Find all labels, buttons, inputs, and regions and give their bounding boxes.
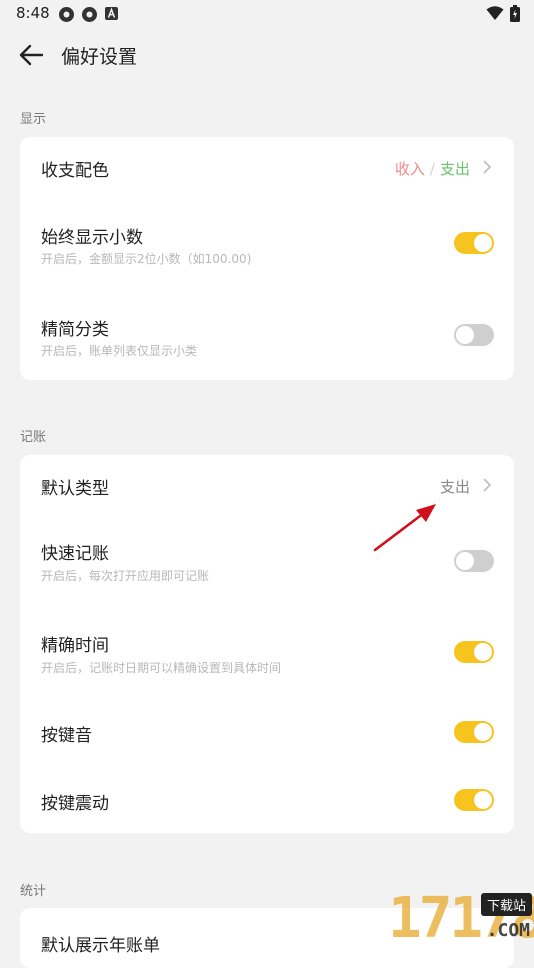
notification-icons xyxy=(58,6,119,23)
status-bar: 8:48 xyxy=(0,0,534,28)
section-label-bookkeeping: 记账 xyxy=(20,430,47,445)
watermark-domain: .COM xyxy=(486,920,530,941)
toggle-knob xyxy=(474,791,492,809)
setting-subtitle: 开启后，账单列表仅显示小类 xyxy=(41,344,198,358)
toggle-knob xyxy=(456,326,474,344)
chevron-right-icon xyxy=(483,478,492,492)
setting-title: 按键音 xyxy=(41,726,92,746)
app-notification-icon xyxy=(59,7,74,22)
key-vibration-toggle[interactable] xyxy=(454,789,494,811)
arrow-left-icon xyxy=(19,44,44,66)
toggle-knob xyxy=(474,234,492,252)
page-title: 偏好设置 xyxy=(61,46,138,68)
toggle-knob xyxy=(474,643,492,661)
setting-title: 快速记账 xyxy=(41,544,109,564)
setting-title: 精确时间 xyxy=(41,636,109,656)
default-type-value: 支出 xyxy=(439,478,470,496)
setting-title: 精简分类 xyxy=(41,320,109,340)
battery-icon xyxy=(510,5,520,22)
chevron-right-icon xyxy=(483,160,492,174)
setting-row-color-scheme[interactable]: 收支配色 收入 / 支出 xyxy=(20,137,514,197)
status-right-icons xyxy=(486,5,520,22)
toggle-knob xyxy=(456,552,474,570)
watermark-badge: 下载站 xyxy=(480,893,532,916)
section-label-display: 显示 xyxy=(20,112,47,127)
setting-row-simple-category: 精简分类 开启后，账单列表仅显示小类 xyxy=(20,299,514,371)
setting-title: 始终显示小数 xyxy=(41,228,143,248)
setting-row-quick-record: 快速记账 开启后，每次打开应用即可记账 xyxy=(20,525,514,597)
precise-time-toggle[interactable] xyxy=(454,641,494,663)
setting-row-precise-time: 精确时间 开启后，记账时日期可以精确设置到具体时间 xyxy=(20,617,514,689)
setting-title: 收支配色 xyxy=(41,161,109,181)
font-notification-icon xyxy=(105,7,118,20)
back-button[interactable] xyxy=(16,40,46,70)
separator: / xyxy=(429,160,435,178)
setting-subtitle: 开启后，每次打开应用即可记账 xyxy=(41,569,210,583)
setting-title: 按键震动 xyxy=(41,794,109,814)
section-label-statistics: 统计 xyxy=(20,884,47,899)
display-card: 收支配色 收入 / 支出 始终显示小数 开启后，金额显示2位小数（如100.00) … xyxy=(20,137,514,380)
setting-row-default-type[interactable]: 默认类型 支出 xyxy=(20,455,514,517)
color-scheme-value: 收入 / 支出 xyxy=(395,158,470,179)
status-time: 8:48 xyxy=(16,4,50,22)
quick-record-toggle[interactable] xyxy=(454,550,494,572)
expense-label: 支出 xyxy=(439,160,470,178)
setting-subtitle: 开启后，记账时日期可以精确设置到具体时间 xyxy=(41,661,282,675)
wifi-icon xyxy=(486,6,504,20)
setting-row-key-vibration: 按键震动 xyxy=(20,773,514,829)
simple-category-toggle[interactable] xyxy=(454,324,494,346)
toggle-knob xyxy=(474,723,492,741)
app-bar: 偏好设置 xyxy=(0,28,534,80)
setting-row-key-sound: 按键音 xyxy=(20,705,514,761)
bookkeeping-card: 默认类型 支出 快速记账 开启后，每次打开应用即可记账 精确时间 开启后，记账时… xyxy=(20,455,514,833)
app-notification-icon xyxy=(82,7,97,22)
income-label: 收入 xyxy=(394,160,425,178)
always-decimal-toggle[interactable] xyxy=(454,232,494,254)
setting-subtitle: 开启后，金额显示2位小数（如100.00) xyxy=(41,252,252,266)
setting-title: 默认类型 xyxy=(41,479,109,499)
key-sound-toggle[interactable] xyxy=(454,721,494,743)
watermark-logo: 17178 下载站 .COM xyxy=(304,888,534,950)
setting-title: 默认展示年账单 xyxy=(41,936,160,956)
setting-row-always-decimal: 始终显示小数 开启后，金额显示2位小数（如100.00) xyxy=(20,207,514,279)
